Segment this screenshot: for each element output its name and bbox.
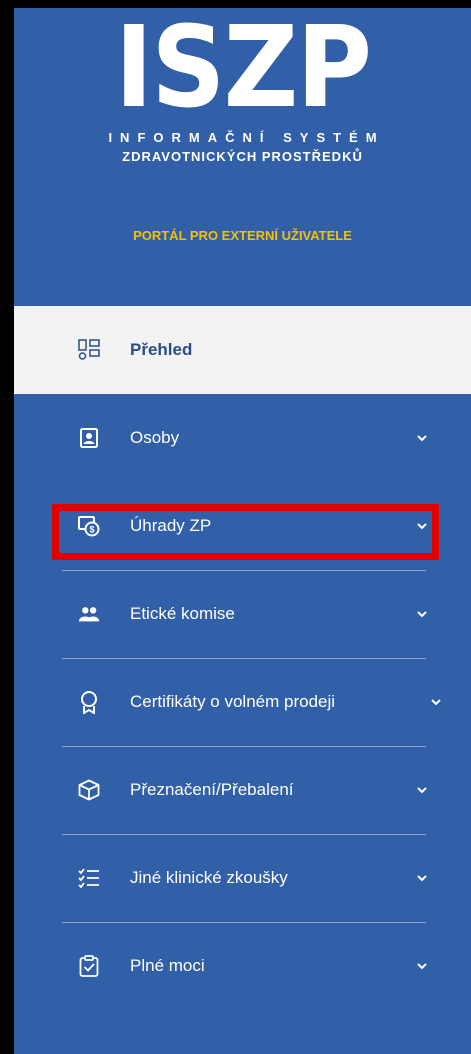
dashboard-icon (78, 339, 100, 361)
person-card-icon (78, 427, 100, 449)
sidebar-item-label: Přehled (130, 340, 193, 359)
sidebar-item-eticke-komise[interactable]: Etické komise (14, 570, 471, 658)
chevron-down-icon[interactable] (417, 873, 427, 883)
sidebar-item-label: Jiné klinické zkoušky (130, 868, 288, 887)
sidebar-item-osoby[interactable]: Osoby (14, 394, 471, 482)
sidebar-item-jine-klinicke-zkousky[interactable]: Jiné klinické zkoušky (14, 834, 471, 922)
sidebar-item-plne-moci[interactable]: Plné moci (14, 922, 471, 1010)
award-icon (78, 691, 100, 714)
people-icon (78, 603, 100, 625)
sidebar-item-label: Přeznačení/Přebalení (130, 780, 294, 799)
logo-line2: ZDRAVOTNICKÝCH PROSTŘEDKŮ (122, 149, 363, 164)
sidebar: ISZP INFORMAČNÍ SYSTÉM ZDRAVOTNICKÝCH PR… (14, 8, 471, 1054)
box-icon (78, 779, 100, 801)
checklist-icon (78, 867, 100, 889)
sidebar-item-preznaceni[interactable]: Přeznačení/Přebalení (14, 746, 471, 834)
sidebar-item-label: Osoby (130, 428, 180, 447)
sidebar-item-label: Plné moci (130, 956, 205, 975)
chevron-down-icon[interactable] (417, 433, 427, 443)
chevron-down-icon[interactable] (431, 697, 441, 707)
clipboard-check-icon (78, 955, 100, 977)
sidebar-item-label: Certifikáty o volném prodeji (130, 692, 336, 711)
portal-label: PORTÁL PRO EXTERNÍ UŽIVATELE (133, 228, 352, 243)
sidebar-item-label: Etické komise (130, 604, 235, 623)
highlight-box (52, 504, 439, 560)
sidebar-item-certifikaty[interactable]: Certifikáty o volném prodeji (14, 658, 471, 746)
chevron-down-icon[interactable] (417, 961, 427, 971)
sidebar-item-prehled[interactable]: Přehled (14, 306, 471, 394)
chevron-down-icon[interactable] (417, 785, 427, 795)
chevron-down-icon[interactable] (417, 609, 427, 619)
logo-line1: INFORMAČNÍ SYSTÉM (108, 130, 385, 145)
logo-title: ISZP (114, 8, 372, 133)
